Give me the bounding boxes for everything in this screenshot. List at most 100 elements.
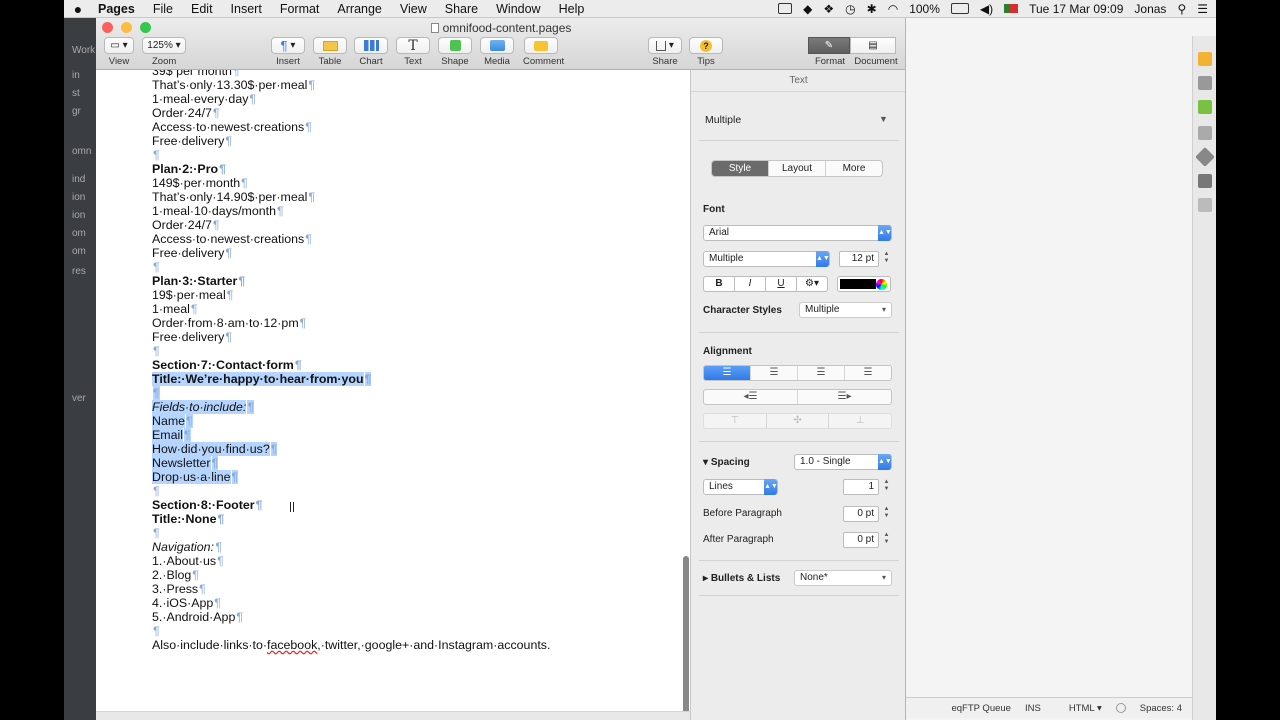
document-line[interactable]: Fields·to·include:¶	[152, 400, 672, 414]
before-paragraph-field[interactable]: 0 pt	[843, 506, 879, 522]
document-line[interactable]: Navigation:¶	[152, 540, 672, 554]
font-family-select[interactable]: Arial ▲▼	[703, 225, 892, 241]
document-line[interactable]: 4.·iOS·App¶	[152, 596, 672, 610]
tips-button[interactable]: ?	[689, 37, 723, 54]
zoom-tool[interactable]: 125% ▾ Zoom	[142, 37, 186, 67]
insert-tool[interactable]: ¶ ▾ Insert	[271, 37, 305, 67]
layers-icon[interactable]	[1198, 198, 1212, 212]
increase-indent-icon[interactable]: ☰▸	[797, 390, 891, 404]
tab-style[interactable]: Style	[712, 161, 768, 176]
document-line[interactable]: Title:·We’re·happy·to·hear·from·you¶	[152, 372, 672, 386]
align-bottom-icon[interactable]: ⊥	[828, 414, 891, 428]
view-menu-icon[interactable]: ▭ ▾	[104, 37, 134, 54]
document-line[interactable]: ¶	[152, 260, 672, 274]
lint-status-icon[interactable]	[1115, 703, 1126, 713]
document-line[interactable]: 19$·per·meal¶	[152, 288, 672, 302]
document-line[interactable]: ¶	[152, 624, 672, 638]
document-line[interactable]: Access·to·newest·creations¶	[152, 232, 672, 246]
wifi-icon[interactable]: ◠	[888, 2, 898, 16]
font-size-field[interactable]: 12 pt	[839, 251, 879, 267]
document-line[interactable]: ¶	[152, 148, 672, 162]
input-source-flag-icon[interactable]	[1004, 4, 1019, 13]
bold-button[interactable]: B	[703, 276, 735, 292]
line-spacing-select[interactable]: 1.0 - Single ▲▼	[794, 454, 892, 470]
document-line[interactable]: Free·delivery¶	[152, 330, 672, 344]
menu-share[interactable]: Share	[436, 0, 487, 18]
document-line[interactable]: Drop·us·a·line¶	[152, 470, 672, 484]
align-middle-icon[interactable]: ✣	[765, 414, 829, 428]
document-line[interactable]: Section·7:·Contact·form¶	[152, 358, 672, 372]
spacing-section-title[interactable]: ▾ Spacing	[703, 457, 750, 468]
document-line[interactable]: That’s·only·14.90$·per·meal¶	[152, 190, 672, 204]
shape-tool[interactable]: Shape	[438, 37, 472, 67]
media-button[interactable]	[480, 37, 514, 54]
live-preview-icon[interactable]	[1198, 52, 1212, 66]
chart-tool[interactable]: Chart	[354, 37, 388, 67]
document-line[interactable]: How·did·you·find·us?¶	[152, 442, 672, 456]
screen-record-icon[interactable]	[778, 3, 793, 14]
align-left-icon[interactable]: ☰	[704, 366, 750, 380]
color-wheel-icon[interactable]	[876, 279, 887, 290]
git-icon[interactable]	[1195, 147, 1215, 167]
paragraph-style-dropdown-icon[interactable]: ▼	[879, 114, 888, 124]
comment-tool[interactable]: Comment	[523, 37, 564, 67]
document-button[interactable]: ▤	[850, 37, 896, 54]
document-line[interactable]: Section·8:·Footer¶	[152, 498, 672, 512]
align-top-icon[interactable]: ⊤	[704, 414, 766, 428]
battery-percent[interactable]: 100%	[909, 2, 940, 16]
tips-tool[interactable]: ? Tips	[689, 37, 723, 67]
shape-button[interactable]	[438, 37, 472, 54]
document-line[interactable]: 1·meal·every·day¶	[152, 92, 672, 106]
format-button[interactable]: ✎	[808, 37, 850, 54]
align-justify-icon[interactable]: ☰	[844, 366, 891, 380]
document-canvas[interactable]: 39$ per month¶ That’s·only·13.30$·per·mea…	[96, 70, 690, 720]
tab-more[interactable]: More	[825, 161, 882, 176]
document-line[interactable]: Access·to·newest·creations¶	[152, 120, 672, 134]
ins-mode[interactable]: INS	[1025, 703, 1041, 714]
menu-app[interactable]: Pages	[92, 0, 144, 18]
menu-help[interactable]: Help	[550, 0, 594, 18]
folder-icon[interactable]	[1198, 126, 1212, 140]
document-line[interactable]: Plan·3:·Starter¶	[152, 274, 672, 288]
menu-window[interactable]: Window	[487, 0, 549, 18]
table-tool[interactable]: Table	[313, 37, 347, 67]
upload-icon[interactable]	[1198, 174, 1212, 188]
document-line[interactable]: Name¶	[152, 414, 672, 428]
document-line[interactable]: Order·from·8·am·to·12·pm¶	[152, 316, 672, 330]
decrease-indent-icon[interactable]: ◂☰	[704, 390, 797, 404]
document-body[interactable]: 39$ per month¶ That’s·only·13.30$·per·mea…	[152, 70, 672, 652]
document-line[interactable]: 1.·About·us¶	[152, 554, 672, 568]
table-button[interactable]	[313, 37, 347, 54]
typeface-select[interactable]: Multiple ▲▼	[703, 251, 830, 267]
misspelled-word[interactable]: facebook	[267, 638, 317, 652]
document-line[interactable]: 3.·Press¶	[152, 582, 672, 596]
zoom-select[interactable]: 125% ▾	[142, 37, 186, 54]
document-line[interactable]: ¶	[152, 484, 672, 498]
time-machine-icon[interactable]: ◷	[845, 2, 855, 16]
spotlight-icon[interactable]: ⚲	[1177, 2, 1186, 16]
comment-button[interactable]	[524, 37, 558, 54]
document-line[interactable]: ¶	[152, 386, 672, 400]
apple-menu-icon[interactable]: ●	[64, 1, 92, 17]
document-line[interactable]: Also·include·links·to·facebook,·twitter,…	[152, 638, 672, 652]
share-button[interactable]: ▾	[648, 37, 682, 54]
document-line[interactable]: ¶	[152, 344, 672, 358]
document-line[interactable]: Order·24/7¶	[152, 218, 672, 232]
ftp-queue[interactable]: eqFTP Queue	[951, 703, 1011, 714]
insert-button[interactable]: ¶ ▾	[271, 37, 305, 54]
document-line[interactable]: Plan·2:·Pro¶	[152, 162, 672, 176]
paragraph-style-select[interactable]: Multiple	[705, 114, 741, 126]
dropbox-icon[interactable]: ❖	[823, 2, 834, 16]
lines-stepper[interactable]: ▲ ▼	[882, 479, 891, 495]
evernote-icon[interactable]: ◆	[803, 2, 812, 16]
font-size-stepper[interactable]: ▲ ▼	[882, 251, 891, 267]
italic-button[interactable]: I	[734, 276, 766, 292]
view-tool[interactable]: ▭ ▾ View	[104, 37, 134, 67]
document-line[interactable]: Email¶	[152, 428, 672, 442]
align-center-icon[interactable]: ☰	[750, 366, 797, 380]
document-line[interactable]: Free·delivery¶	[152, 246, 672, 260]
share-tool[interactable]: ▾ Share	[648, 37, 682, 67]
document-line[interactable]: 149$·per·month¶	[152, 176, 672, 190]
battery-icon[interactable]	[950, 3, 969, 14]
document-line[interactable]: Free·delivery¶	[152, 134, 672, 148]
